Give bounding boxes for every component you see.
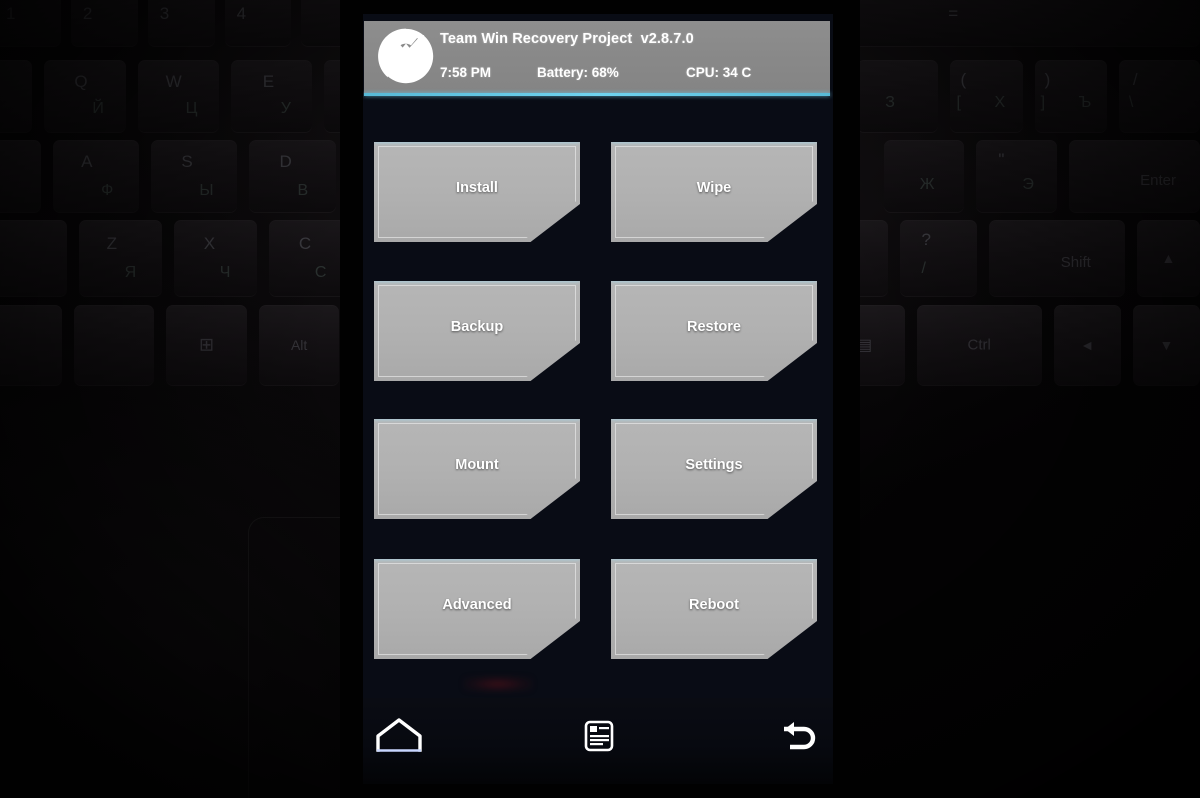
key-q: QЙ	[44, 60, 126, 132]
menu-button-mount[interactable]: Mount	[374, 419, 580, 519]
key-arrow-down: ▼	[1132, 305, 1200, 385]
menu-button-label: Reboot	[689, 597, 739, 613]
key-arrow-left: ◄	[1053, 305, 1121, 385]
key-e-oborotnoe: " Э	[976, 140, 1057, 212]
key-z: ZЯ	[78, 220, 162, 296]
key-w: WЦ	[137, 60, 219, 132]
menu-button-label: Mount	[455, 457, 499, 473]
button-top-rail	[611, 415, 817, 419]
button-top-rail	[611, 277, 817, 281]
button-top-rail	[374, 277, 580, 281]
twrp-navigation-bar	[363, 698, 833, 784]
back-arrow-icon[interactable]	[767, 714, 821, 758]
menu-button-label: Wipe	[696, 180, 732, 196]
menu-button-label: Settings	[685, 457, 743, 473]
home-icon[interactable]	[372, 714, 426, 758]
key-zhe: Ж	[883, 140, 965, 212]
menu-button-advanced[interactable]: Advanced	[374, 559, 580, 659]
key-tab	[0, 60, 33, 132]
key-x: XЧ	[173, 220, 257, 296]
key-backslash: / \	[1118, 60, 1200, 132]
console-log-icon[interactable]	[571, 714, 625, 758]
key-4: 4	[224, 0, 292, 46]
key-windows: ⊞	[166, 305, 247, 385]
twrp-screen: Team Win Recovery Project v2.8.7.0 7:58 …	[363, 14, 833, 784]
menu-button-label: Restore	[687, 319, 741, 335]
button-inner-border	[615, 563, 813, 655]
key-2: 2	[70, 0, 138, 46]
button-inner-border	[378, 563, 576, 655]
key-e: EУ	[230, 60, 312, 132]
button-top-rail	[374, 415, 580, 419]
button-inner-border	[615, 423, 813, 515]
key-arrow-up: ▲	[1136, 220, 1200, 296]
key-enter: Enter	[1068, 140, 1200, 212]
key-caps	[0, 140, 42, 212]
key-slash: ? /	[899, 220, 978, 296]
screenshot-stage: 1 2 3 4 -=Backspace QЙ WЦ EУ З ([Х )]Ъ /…	[0, 0, 1200, 798]
menu-button-reboot[interactable]: Reboot	[611, 559, 817, 659]
key-rshift: Shift	[989, 220, 1125, 296]
key-x-bracket: ([Х	[950, 60, 1023, 132]
key-d: DВ	[249, 140, 336, 212]
key-alt: Alt	[258, 305, 340, 385]
button-inner-border	[378, 285, 576, 377]
key-lshift	[0, 220, 67, 296]
button-top-rail	[611, 138, 817, 142]
menu-button-label: Install	[456, 180, 498, 196]
button-top-rail	[374, 555, 580, 559]
key-1: 1	[0, 0, 61, 46]
key-a: AФ	[53, 140, 140, 212]
button-top-rail	[611, 555, 817, 559]
button-inner-border	[378, 423, 576, 515]
button-inner-border	[615, 285, 813, 377]
key-hard-sign: )] Ъ	[1034, 60, 1107, 132]
menu-button-settings[interactable]: Settings	[611, 419, 817, 519]
tablet-device: Team Win Recovery Project v2.8.7.0 7:58 …	[340, 0, 860, 798]
menu-button-restore[interactable]: Restore	[611, 281, 817, 381]
screen-ghost-artifact	[463, 676, 533, 692]
key-fn	[73, 305, 155, 385]
key-z-cyr: З	[857, 60, 939, 132]
button-inner-border	[615, 146, 813, 238]
menu-button-install[interactable]: Install	[374, 142, 580, 242]
menu-button-label: Advanced	[442, 597, 512, 613]
key-lctrl	[0, 305, 62, 385]
twrp-main-menu: Install Wipe Backup Restore Mount Settin…	[363, 14, 833, 784]
button-inner-border	[378, 146, 576, 238]
menu-button-wipe[interactable]: Wipe	[611, 142, 817, 242]
menu-button-label: Backup	[450, 319, 504, 335]
key-s: SЫ	[151, 140, 238, 212]
button-top-rail	[374, 138, 580, 142]
key-rctrl: Ctrl	[916, 305, 1042, 385]
menu-button-backup[interactable]: Backup	[374, 281, 580, 381]
key-3: 3	[147, 0, 215, 46]
